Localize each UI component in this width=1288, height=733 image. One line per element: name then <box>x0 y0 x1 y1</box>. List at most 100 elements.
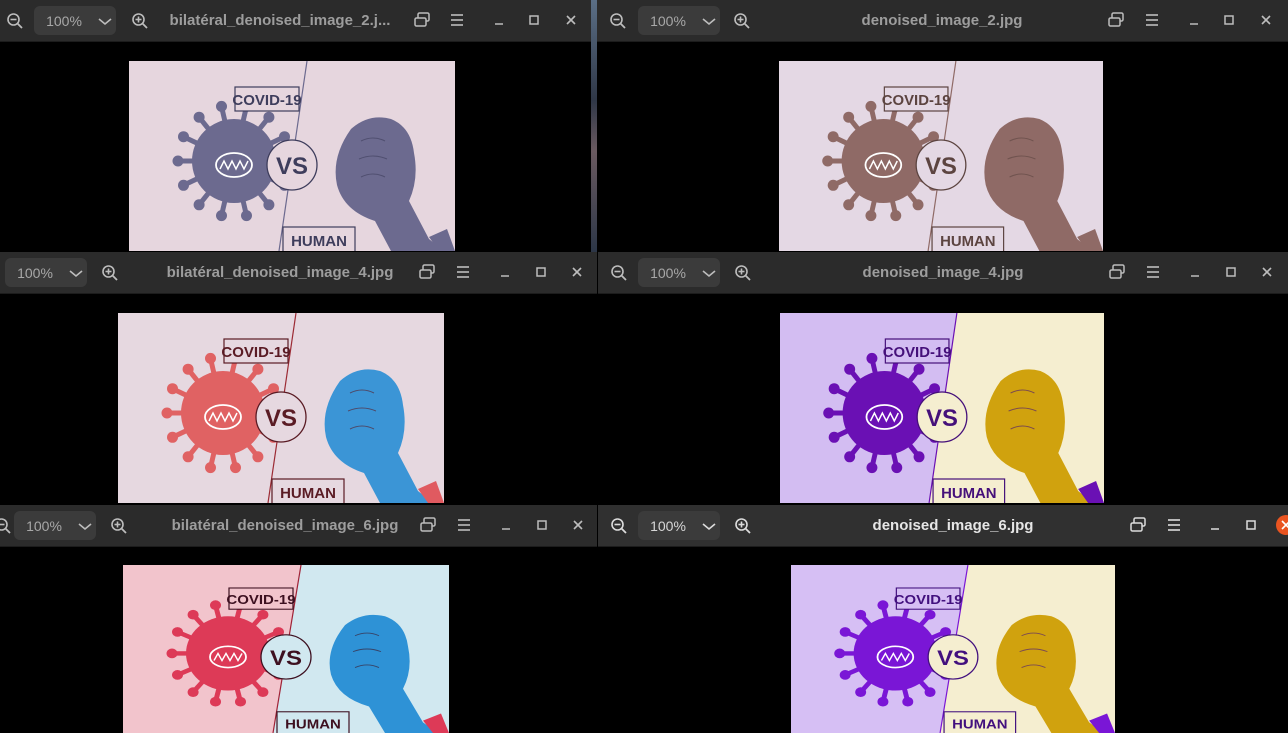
zoom-level-value: 100% <box>650 264 686 281</box>
copy-icon[interactable] <box>1106 10 1126 30</box>
window-title: denoised_image_2.jpg <box>861 12 1023 29</box>
minimize-icon[interactable] <box>1185 262 1205 282</box>
close-icon[interactable] <box>567 262 587 282</box>
poster-human-label: HUMAN <box>940 233 995 250</box>
zoom-in-icon[interactable] <box>101 264 119 282</box>
image-viewer-window: 100% denoised_image_6.jpg COVID-19 VS HUM… <box>598 505 1288 733</box>
minimize-icon[interactable] <box>495 262 515 282</box>
close-icon[interactable] <box>1276 515 1288 535</box>
chevron-down-icon[interactable] <box>698 517 720 535</box>
hamburger-menu-icon[interactable] <box>1142 10 1162 30</box>
chevron-down-icon[interactable] <box>698 264 720 282</box>
window-header-bar[interactable]: 100% bilatéral_denoised_image_4.jpg <box>0 252 597 294</box>
close-icon[interactable] <box>568 515 588 535</box>
image-canvas: COVID-19 VS HUMAN <box>0 294 597 504</box>
hamburger-menu-icon[interactable] <box>1164 515 1184 535</box>
maximize-icon[interactable] <box>532 515 552 535</box>
chevron-down-icon[interactable] <box>65 264 87 282</box>
copy-icon[interactable] <box>412 10 432 30</box>
poster-covid-label: COVID-19 <box>221 344 290 361</box>
window-header-bar[interactable]: 100% denoised_image_4.jpg <box>598 252 1288 294</box>
zoom-in-icon[interactable] <box>734 264 752 282</box>
poster-image: COVID-19 VS HUMAN <box>123 565 449 733</box>
poster-image: COVID-19 VS HUMAN <box>780 313 1104 503</box>
poster-image: COVID-19 VS HUMAN <box>129 61 455 251</box>
hamburger-menu-icon[interactable] <box>1143 262 1163 282</box>
zoom-out-icon[interactable] <box>610 264 628 282</box>
poster-vs-label: VS <box>265 405 297 432</box>
zoom-level-dropdown[interactable]: 100% <box>34 6 116 35</box>
poster-covid-label: COVID-19 <box>226 592 295 607</box>
window-title: denoised_image_6.jpg <box>872 517 1034 534</box>
poster-vs-label: VS <box>270 645 302 669</box>
minimize-icon[interactable] <box>496 515 516 535</box>
zoom-level-dropdown[interactable]: 100% <box>638 511 720 540</box>
poster-human-label: HUMAN <box>280 485 336 502</box>
poster-vs-label: VS <box>925 153 957 180</box>
poster-human-label: HUMAN <box>941 485 996 502</box>
chevron-down-icon[interactable] <box>698 12 720 30</box>
image-viewer-window: 100% denoised_image_2.jpg COVID-19 VS HUM… <box>597 0 1288 252</box>
zoom-in-icon[interactable] <box>131 12 149 30</box>
hamburger-menu-icon[interactable] <box>454 515 474 535</box>
zoom-level-dropdown[interactable]: 100% <box>638 258 720 287</box>
close-icon[interactable] <box>561 10 581 30</box>
image-canvas: COVID-19 VS HUMAN <box>0 547 597 733</box>
poster-covid-label: COVID-19 <box>894 592 963 607</box>
zoom-level-dropdown[interactable]: 100% <box>14 511 96 540</box>
poster-image: COVID-19 VS HUMAN <box>779 61 1103 251</box>
chevron-down-icon[interactable] <box>74 517 96 535</box>
copy-icon[interactable] <box>418 515 438 535</box>
zoom-level-value: 100% <box>650 12 686 29</box>
close-icon[interactable] <box>1257 262 1277 282</box>
image-canvas: COVID-19 VS HUMAN <box>597 42 1288 252</box>
poster-human-label: HUMAN <box>285 716 341 731</box>
image-canvas: COVID-19 VS HUMAN <box>598 547 1288 733</box>
image-viewer-window: 100% bilatéral_denoised_image_4.jpg COVID… <box>0 252 597 504</box>
maximize-icon[interactable] <box>531 262 551 282</box>
maximize-icon[interactable] <box>524 10 544 30</box>
hamburger-menu-icon[interactable] <box>453 262 473 282</box>
poster-covid-label: COVID-19 <box>882 92 951 109</box>
window-header-bar[interactable]: 100% bilatéral_denoised_image_2.j... <box>0 0 591 42</box>
hamburger-menu-icon[interactable] <box>447 10 467 30</box>
chevron-down-icon[interactable] <box>94 12 116 30</box>
zoom-level-dropdown[interactable]: 100% <box>638 6 720 35</box>
zoom-out-icon[interactable] <box>0 517 12 535</box>
zoom-level-value: 100% <box>26 517 62 534</box>
image-canvas: COVID-19 VS HUMAN <box>598 294 1288 504</box>
zoom-level-value: 100% <box>650 517 686 534</box>
zoom-level-dropdown[interactable]: 100% <box>5 258 87 287</box>
window-header-bar[interactable]: 100% denoised_image_2.jpg <box>597 0 1288 42</box>
maximize-icon[interactable] <box>1221 262 1241 282</box>
maximize-icon[interactable] <box>1241 515 1261 535</box>
displayed-image: COVID-19 VS HUMAN <box>129 61 455 251</box>
poster-vs-label: VS <box>937 646 969 670</box>
copy-icon[interactable] <box>1128 515 1148 535</box>
copy-icon[interactable] <box>417 262 437 282</box>
displayed-image: COVID-19 VS HUMAN <box>779 61 1103 251</box>
poster-vs-label: VS <box>926 405 958 432</box>
close-icon[interactable] <box>1256 10 1276 30</box>
zoom-in-icon[interactable] <box>110 517 128 535</box>
zoom-out-icon[interactable] <box>610 517 628 535</box>
window-title: bilatéral_denoised_image_4.jpg <box>166 264 394 281</box>
minimize-icon[interactable] <box>1184 10 1204 30</box>
zoom-out-icon[interactable] <box>6 12 24 30</box>
displayed-image: COVID-19 VS HUMAN <box>118 313 444 503</box>
window-title: bilatéral_denoised_image_2.j... <box>169 12 391 29</box>
poster-image: COVID-19 VS HUMAN <box>118 313 444 503</box>
poster-human-label: HUMAN <box>952 716 1007 731</box>
minimize-icon[interactable] <box>1205 515 1225 535</box>
window-header-bar[interactable]: 100% bilatéral_denoised_image_6.jpg <box>0 505 597 547</box>
zoom-in-icon[interactable] <box>734 517 752 535</box>
maximize-icon[interactable] <box>1219 10 1239 30</box>
zoom-in-icon[interactable] <box>733 12 751 30</box>
window-header-bar[interactable]: 100% denoised_image_6.jpg <box>598 505 1288 547</box>
minimize-icon[interactable] <box>489 10 509 30</box>
zoom-out-icon[interactable] <box>609 12 627 30</box>
copy-icon[interactable] <box>1107 262 1127 282</box>
displayed-image: COVID-19 VS HUMAN <box>123 565 449 733</box>
poster-covid-label: COVID-19 <box>883 344 952 361</box>
poster-image: COVID-19 VS HUMAN <box>791 565 1115 733</box>
